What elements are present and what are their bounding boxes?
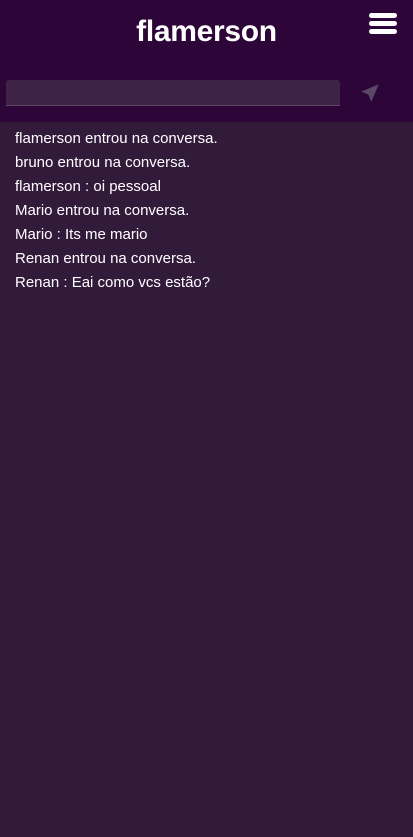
chat-message: Mario entrou na conversa. — [15, 202, 190, 219]
menu-button[interactable] — [366, 10, 400, 38]
message-input[interactable] — [6, 80, 340, 106]
chat-message: bruno entrou na conversa. — [15, 154, 191, 171]
menu-icon-bar — [369, 29, 397, 34]
page-title: flamerson — [136, 15, 277, 48]
send-button[interactable] — [356, 80, 384, 106]
message-area: flamerson entrou na conversa. bruno entr… — [0, 122, 413, 837]
menu-icon-bar — [369, 21, 397, 26]
chat-message: Renan entrou na conversa. — [15, 250, 196, 267]
app-header: flamerson — [0, 0, 413, 122]
chat-message: Mario : Its me mario — [15, 226, 148, 243]
menu-icon-bar — [369, 13, 397, 18]
message-list: flamerson entrou na conversa. bruno entr… — [0, 122, 413, 295]
chat-message: Renan : Eai como vcs estão? — [15, 274, 211, 291]
paper-plane-send-icon — [361, 84, 379, 102]
chat-app: flamerson flamerson entrou na conversa. … — [0, 0, 413, 837]
chat-message: flamerson : oi pessoal — [15, 178, 161, 195]
chat-message: flamerson entrou na conversa. — [15, 130, 218, 147]
